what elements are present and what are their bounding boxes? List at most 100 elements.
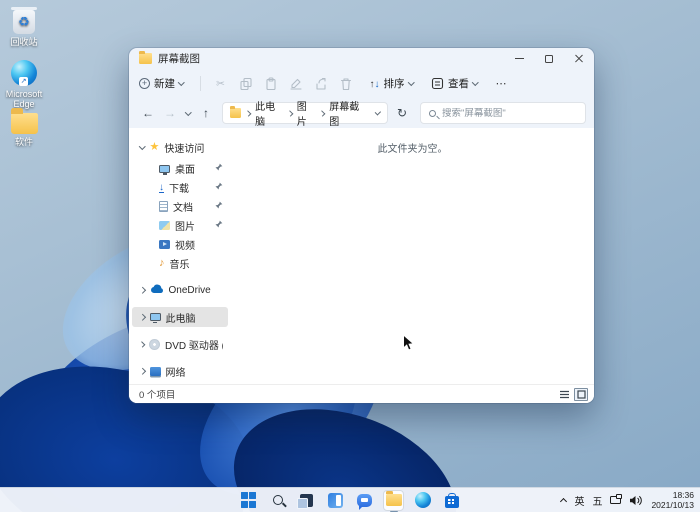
sidebar-item-this-pc[interactable]: 此电脑 <box>132 307 228 327</box>
sort-down-arrow-icon: ↓ <box>375 79 380 90</box>
delete-icon <box>339 77 353 91</box>
network-icon <box>150 367 161 376</box>
chevron-right-icon[interactable] <box>139 341 145 347</box>
widgets-button[interactable] <box>325 490 346 511</box>
volume-icon[interactable] <box>629 495 643 506</box>
chevron-down-icon <box>185 109 191 115</box>
system-tray: 英 五 18:36 2021/10/13 <box>561 488 694 512</box>
explorer-window: 屏幕截图 + 新建 ✂ <box>129 48 594 403</box>
sidebar-item-onedrive[interactable]: OneDrive <box>132 280 228 300</box>
breadcrumb[interactable]: 此电脑 图片 屏幕截图 <box>222 102 388 124</box>
paste-icon <box>264 77 278 91</box>
new-button[interactable]: + 新建 <box>139 76 184 91</box>
rename-button[interactable] <box>289 77 303 91</box>
sort-label: 排序 <box>384 76 405 91</box>
details-view-button[interactable] <box>557 388 571 401</box>
sidebar-item-documents[interactable]: 文档 <box>132 197 228 216</box>
taskbar-search-button[interactable] <box>267 490 288 511</box>
copy-button[interactable] <box>239 77 253 91</box>
pin-icon <box>215 163 223 174</box>
sidebar-item-music[interactable]: ♪ 音乐 <box>132 254 228 273</box>
store-icon <box>445 496 459 508</box>
large-icons-view-button[interactable] <box>574 388 588 401</box>
store-button[interactable] <box>441 490 462 511</box>
minimize-button[interactable] <box>504 48 534 69</box>
chevron-right-icon <box>319 110 325 116</box>
chevron-right-icon[interactable] <box>139 287 145 293</box>
pin-icon <box>215 201 223 212</box>
chevron-right-icon[interactable] <box>139 368 145 374</box>
breadcrumb-screenshots[interactable]: 屏幕截图 <box>329 98 366 128</box>
plus-icon: + <box>139 78 150 89</box>
task-view-button[interactable] <box>296 490 317 511</box>
sidebar-item-dvd-drive[interactable]: DVD 驱动器 (D:) CC <box>132 334 228 354</box>
taskbar: 英 五 18:36 2021/10/13 <box>0 487 700 512</box>
desktop-icon-label: 软件 <box>2 137 46 147</box>
chevron-right-icon[interactable] <box>139 314 145 320</box>
recent-locations-button[interactable] <box>181 102 195 124</box>
command-bar: + 新建 ✂ ↑↓ 排序 <box>129 69 594 98</box>
share-button[interactable] <box>314 77 328 91</box>
close-button[interactable] <box>564 48 594 69</box>
sidebar-item-label: DVD 驱动器 (D:) CC <box>165 337 223 352</box>
see-more-button[interactable]: ⋯ <box>496 77 508 90</box>
chevron-right-icon <box>287 110 293 116</box>
tray-time: 18:36 <box>651 490 694 500</box>
edge-icon <box>415 492 431 508</box>
window-folder-icon <box>139 53 152 63</box>
title-bar[interactable]: 屏幕截图 <box>129 48 594 69</box>
videos-icon <box>159 240 170 249</box>
sidebar-item-videos[interactable]: 视频 <box>132 235 228 254</box>
start-button[interactable] <box>238 490 259 511</box>
large-icons-icon <box>577 390 586 399</box>
delete-button[interactable] <box>339 77 353 91</box>
edge-icon: ↗ <box>11 60 37 86</box>
search-icon <box>273 495 283 505</box>
hidden-icons-chevron[interactable] <box>560 497 567 504</box>
paste-button[interactable] <box>264 77 278 91</box>
search-input[interactable] <box>442 108 577 119</box>
pictures-icon <box>159 221 170 230</box>
navigation-pane: ★ 快速访问 桌面 ↓ 下载 文档 <box>129 128 231 384</box>
chevron-down-icon[interactable] <box>375 109 381 115</box>
breadcrumb-this-pc[interactable]: 此电脑 <box>255 98 282 128</box>
network-tray-icon[interactable] <box>610 496 621 504</box>
quick-access-label: 快速访问 <box>164 140 204 155</box>
refresh-button[interactable]: ↻ <box>392 106 412 120</box>
breadcrumb-pictures[interactable]: 图片 <box>297 98 315 128</box>
chevron-down-icon <box>472 79 478 85</box>
sort-button[interactable]: ↑↓ 排序 <box>370 76 414 91</box>
up-button[interactable]: ↑ <box>195 102 217 124</box>
sidebar-item-label: 音乐 <box>170 256 190 271</box>
desktop-icon <box>159 165 170 173</box>
chevron-down-icon[interactable] <box>139 143 145 149</box>
sidebar-item-pictures[interactable]: 图片 <box>132 216 228 235</box>
cut-button[interactable]: ✂ <box>214 77 228 91</box>
sidebar-item-desktop[interactable]: 桌面 <box>132 159 228 178</box>
sidebar-item-downloads[interactable]: ↓ 下载 <box>132 178 228 197</box>
shortcut-arrow-icon: ↗ <box>19 77 28 86</box>
edge-button[interactable] <box>412 490 433 511</box>
taskbar-clock[interactable]: 18:36 2021/10/13 <box>651 490 694 510</box>
desktop-icon-folder[interactable]: 软件 <box>2 106 46 147</box>
sidebar-quick-access[interactable]: ★ 快速访问 <box>132 136 228 159</box>
back-button[interactable]: ← <box>137 102 159 124</box>
breadcrumb-folder-icon <box>230 108 241 117</box>
maximize-button[interactable] <box>534 48 564 69</box>
new-label: 新建 <box>154 76 175 91</box>
chat-button[interactable] <box>354 490 375 511</box>
ime-language-indicator[interactable]: 英 <box>574 493 584 508</box>
share-icon <box>314 77 328 91</box>
file-list-pane[interactable]: 此文件夹为空。 <box>231 128 594 384</box>
chevron-down-icon <box>178 79 184 85</box>
forward-button[interactable]: → <box>159 102 181 124</box>
view-button[interactable]: 查看 <box>431 76 478 91</box>
desktop-icon-edge[interactable]: ↗ Microsoft Edge <box>2 58 46 109</box>
desktop-icon-recycle-bin[interactable]: ♻ 回收站 <box>2 6 46 47</box>
ime-mode-indicator[interactable]: 五 <box>592 493 602 508</box>
file-explorer-button[interactable] <box>383 490 404 511</box>
sidebar-item-network[interactable]: 网络 <box>132 361 228 381</box>
cut-icon: ✂ <box>216 78 225 90</box>
folder-icon <box>386 494 402 506</box>
search-box[interactable] <box>420 102 586 124</box>
